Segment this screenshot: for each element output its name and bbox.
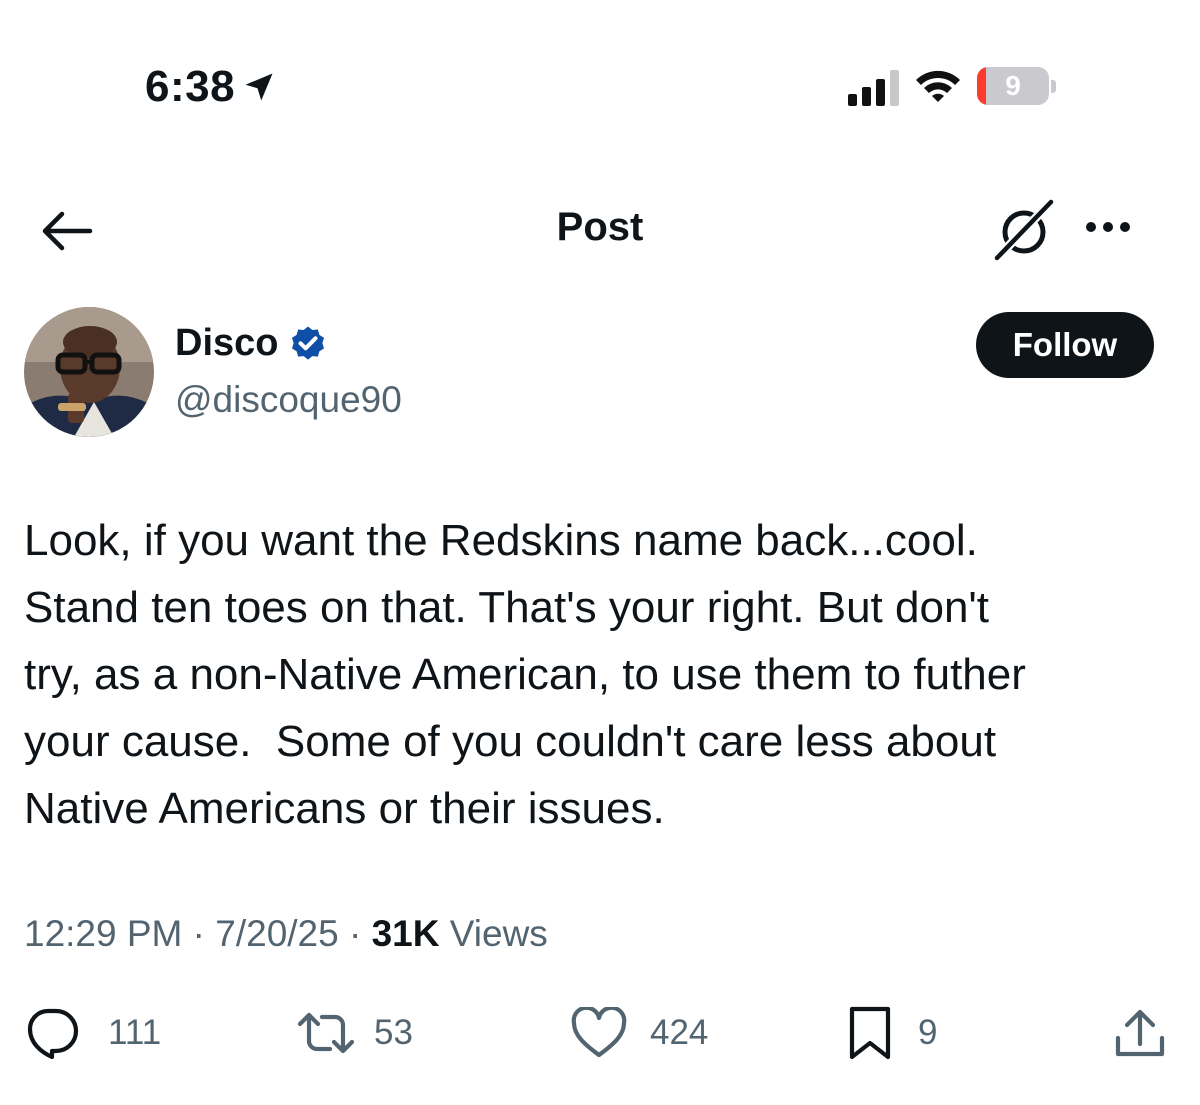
tweet-line: your cause. Some of you couldn't care le… (24, 717, 997, 766)
more-icon[interactable] (1086, 222, 1130, 232)
verified-badge-icon (292, 326, 325, 360)
views-count[interactable]: 31K (372, 913, 440, 954)
cellular-signal-icon (848, 66, 899, 106)
reply-button[interactable]: 111 (24, 1005, 161, 1061)
tweet-line: Look, if you want the Redskins name back… (24, 516, 978, 565)
tweet-text: Look, if you want the Redskins name back… (24, 507, 1184, 842)
bookmark-button[interactable]: 9 (846, 1005, 937, 1061)
author-name-text: Disco (175, 322, 279, 364)
tweet-line: Stand ten toes on that. That's your righ… (24, 583, 990, 632)
wifi-icon (916, 70, 960, 102)
grok-icon (993, 198, 1055, 262)
meta-separator: · (182, 913, 216, 954)
heart-icon (571, 1007, 627, 1058)
share-icon (1115, 1009, 1165, 1057)
reply-count: 111 (108, 1013, 162, 1052)
tweet-line: Native Americans or their issues. (24, 784, 665, 833)
follow-button[interactable]: Follow (976, 312, 1154, 378)
location-arrow-icon (245, 73, 273, 101)
tweet-date[interactable]: 7/20/25 (215, 913, 338, 954)
repost-icon (297, 1012, 355, 1054)
tweet-meta: 12:29 PM · 7/20/25 · 31K Views (24, 913, 548, 955)
repost-count: 53 (374, 1013, 413, 1052)
share-button[interactable] (1112, 1005, 1168, 1061)
author-name[interactable]: Disco (175, 322, 328, 365)
grok-button[interactable] (993, 198, 1057, 267)
bookmark-icon (849, 1006, 891, 1060)
repost-button[interactable]: 53 (296, 1005, 413, 1061)
tweet-line: try, as a non-Native American, to use th… (24, 650, 1026, 699)
like-count: 424 (650, 1013, 709, 1052)
like-button[interactable]: 424 (570, 1005, 708, 1061)
status-time-text: 6:38 (145, 62, 236, 111)
battery-level: 9 (1005, 70, 1021, 101)
avatar-photo (24, 307, 154, 437)
status-time: 6:38 (145, 62, 277, 112)
avatar[interactable] (24, 307, 154, 437)
battery-icon: 9 (977, 67, 1049, 105)
author-handle[interactable]: @discoque90 (175, 379, 402, 421)
tweet-time[interactable]: 12:29 PM (24, 913, 182, 954)
reply-icon (27, 1008, 79, 1059)
bookmark-count: 9 (918, 1013, 938, 1052)
meta-separator: · (338, 913, 372, 954)
views-label[interactable]: Views (440, 913, 548, 954)
status-indicators: 9 (848, 66, 1056, 106)
